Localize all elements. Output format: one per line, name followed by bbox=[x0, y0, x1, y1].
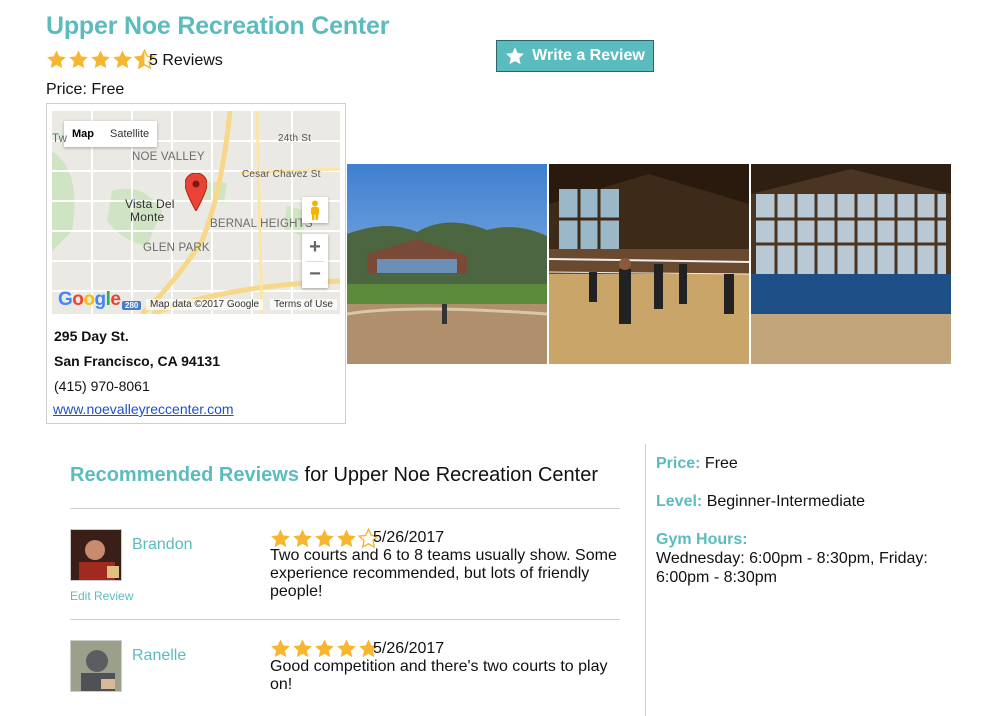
star-full-icon bbox=[293, 639, 312, 658]
star-full-icon bbox=[69, 50, 88, 69]
map-label: Cesar Chavez St bbox=[242, 169, 321, 180]
photo-volleyball[interactable] bbox=[549, 164, 749, 364]
sidebar-hours-value: Wednesday: 6:00pm - 8:30pm, Friday: 6:00… bbox=[656, 550, 928, 586]
map-tab-satellite[interactable]: Satellite bbox=[102, 121, 157, 147]
star-full-icon bbox=[293, 529, 312, 548]
map-label: Vista Del bbox=[125, 197, 175, 211]
map-label: Monte bbox=[130, 210, 165, 224]
price-label: Price: Free bbox=[46, 81, 125, 98]
star-icon bbox=[506, 47, 525, 65]
avatar[interactable] bbox=[70, 640, 122, 692]
star-full-icon bbox=[337, 529, 356, 548]
avatar[interactable] bbox=[70, 529, 122, 581]
map-label: NOE VALLEY bbox=[132, 151, 205, 163]
reviews-count: 5 Reviews bbox=[149, 52, 223, 69]
map-label: Tw bbox=[52, 133, 68, 145]
reviews-heading-rest: for Upper Noe Recreation Center bbox=[298, 464, 599, 486]
sidebar-level: Level: Beginner-Intermediate bbox=[656, 493, 865, 511]
star-full-icon bbox=[315, 529, 334, 548]
google-logo: Google bbox=[58, 289, 121, 310]
page-title: Upper Noe Recreation Center bbox=[46, 12, 390, 40]
map[interactable]: Map Satellite Tw NOE VALLEY Vista Del Mo… bbox=[52, 111, 340, 314]
zoom-out-button[interactable]: − bbox=[309, 262, 321, 288]
address-city: San Francisco, CA 94131 bbox=[54, 353, 221, 369]
website-link[interactable]: www.noevalleyreccenter.com bbox=[53, 401, 234, 417]
write-review-button[interactable]: Write a Review bbox=[496, 40, 654, 72]
photo-gym-interior[interactable] bbox=[751, 164, 951, 364]
sidebar-price-label: Price: bbox=[656, 455, 701, 472]
phone-number: (415) 970-8061 bbox=[54, 378, 150, 394]
sidebar-hours-label: Gym Hours: bbox=[656, 531, 748, 548]
star-full-icon bbox=[47, 50, 66, 69]
star-full-icon bbox=[271, 529, 290, 548]
star-full-icon bbox=[91, 50, 110, 69]
map-attribution: Map data ©2017 Google bbox=[146, 299, 264, 310]
sidebar-divider bbox=[645, 444, 646, 716]
map-label: BERNAL HEIGHTS bbox=[210, 218, 313, 230]
sidebar-hours: Gym Hours: Wednesday: 6:00pm - 8:30pm, F… bbox=[656, 531, 956, 587]
highway-shield: 280 bbox=[122, 301, 142, 310]
edit-review-link[interactable]: Edit Review bbox=[70, 589, 133, 603]
address-street: 295 Day St. bbox=[54, 328, 129, 344]
street-view-icon[interactable] bbox=[302, 197, 328, 223]
map-tab-map[interactable]: Map bbox=[64, 121, 102, 147]
reviews-heading: Recommended Reviews for Upper Noe Recrea… bbox=[70, 464, 598, 487]
reviewer-name[interactable]: Brandon bbox=[132, 536, 193, 554]
review-date: 5/26/2017 bbox=[373, 529, 445, 546]
reviews-heading-bold: Recommended Reviews bbox=[70, 464, 299, 486]
review-text: Good competition and there's two courts … bbox=[270, 658, 608, 693]
rating-stars bbox=[46, 49, 156, 70]
divider bbox=[70, 619, 620, 620]
sidebar-price-value: Free bbox=[700, 455, 738, 472]
star-full-icon bbox=[113, 50, 132, 69]
divider bbox=[70, 508, 620, 509]
review-rating bbox=[270, 638, 380, 659]
location-card: Map Satellite Tw NOE VALLEY Vista Del Mo… bbox=[46, 103, 346, 424]
map-terms-link[interactable]: Terms of Use bbox=[270, 299, 337, 310]
reviewer-name[interactable]: Ranelle bbox=[132, 647, 186, 665]
sidebar-level-value: Beginner-Intermediate bbox=[702, 493, 866, 510]
star-full-icon bbox=[271, 639, 290, 658]
sidebar-level-label: Level: bbox=[656, 493, 703, 510]
review-rating bbox=[270, 528, 380, 549]
write-review-label: Write a Review bbox=[532, 47, 645, 64]
map-label: 24th St bbox=[278, 133, 312, 144]
map-type-tabs: Map Satellite bbox=[64, 121, 158, 147]
photo-exterior[interactable] bbox=[347, 164, 547, 364]
map-pin-icon[interactable] bbox=[185, 173, 207, 211]
map-label: GLEN PARK bbox=[143, 242, 210, 254]
review-date: 5/26/2017 bbox=[373, 640, 445, 657]
review-text: Two courts and 6 to 8 teams usually show… bbox=[270, 547, 617, 600]
zoom-in-button[interactable]: + bbox=[309, 235, 321, 261]
zoom-controls: + − bbox=[302, 234, 328, 288]
sidebar-price: Price: Free bbox=[656, 455, 738, 473]
star-full-icon bbox=[315, 639, 334, 658]
star-full-icon bbox=[337, 639, 356, 658]
